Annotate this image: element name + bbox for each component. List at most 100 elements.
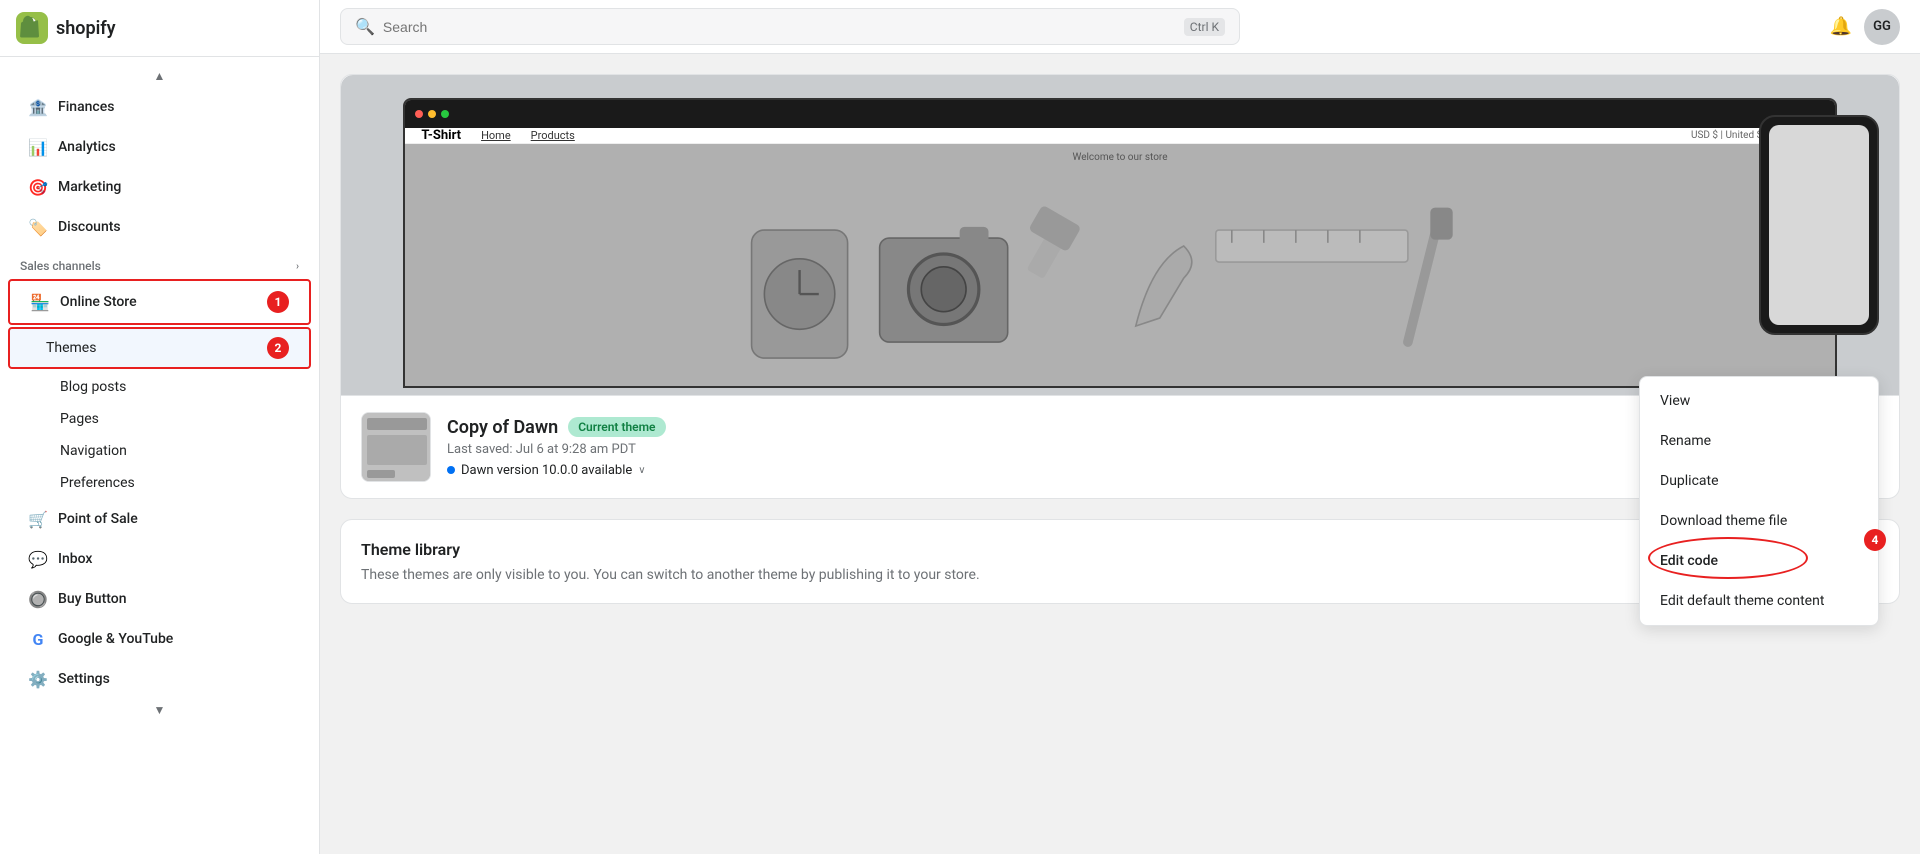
themes-label: Themes xyxy=(46,340,96,356)
search-shortcut: Ctrl K xyxy=(1184,18,1225,36)
sidebar-item-analytics[interactable]: 📊 Analytics xyxy=(8,127,311,167)
search-input[interactable] xyxy=(383,19,1176,35)
topbar-actions: 🔔 GG xyxy=(1830,9,1900,45)
sidebar-item-pages[interactable]: Pages xyxy=(8,403,311,435)
dropdown-menu: View Rename Duplicate Download theme fil… xyxy=(1639,376,1879,626)
tools-illustration xyxy=(548,198,1691,387)
buy-button-icon: 🔘 xyxy=(28,589,48,609)
dropdown-item-duplicate[interactable]: Duplicate xyxy=(1640,461,1878,501)
dropdown-item-edit-default[interactable]: Edit default theme content xyxy=(1640,581,1878,621)
download-label: Download theme file xyxy=(1660,513,1787,529)
edit-code-label: Edit code xyxy=(1660,553,1718,569)
bell-icon[interactable]: 🔔 xyxy=(1830,16,1852,37)
page-content: T-Shirt Home Products USD $ | United Sta… xyxy=(320,54,1920,854)
theme-saved-time: Last saved: Jul 6 at 9:28 am PDT xyxy=(447,442,1708,457)
theme-thumbnail xyxy=(361,412,431,482)
mock-browser-content: T-Shirt Home Products USD $ | United Sta… xyxy=(405,128,1834,386)
mock-browser: T-Shirt Home Products USD $ | United Sta… xyxy=(403,98,1836,388)
sidebar-item-finances[interactable]: 🏦 Finances xyxy=(8,87,311,127)
browser-dot-red xyxy=(415,110,423,118)
scroll-up-indicator: ▲ xyxy=(0,65,319,87)
view-label: View xyxy=(1660,393,1690,409)
badge-1: 1 xyxy=(267,291,289,313)
inbox-icon: 💬 xyxy=(28,549,48,569)
sidebar-item-marketing[interactable]: 🎯 Marketing xyxy=(8,167,311,207)
sidebar-item-preferences[interactable]: Preferences xyxy=(8,467,311,499)
shopify-logo-icon xyxy=(16,12,48,44)
scroll-down-indicator: ▼ xyxy=(0,699,319,721)
sidebar-item-settings[interactable]: ⚙️ Settings xyxy=(8,659,311,699)
sidebar-header: shopify xyxy=(0,0,319,57)
theme-library-title: Theme library xyxy=(361,540,460,559)
mock-hero: Welcome to our store xyxy=(405,144,1834,388)
avatar[interactable]: GG xyxy=(1864,9,1900,45)
chevron-right-icon: › xyxy=(296,261,299,272)
preferences-label: Preferences xyxy=(60,475,135,491)
theme-name-row: Copy of Dawn Current theme xyxy=(447,417,1708,438)
dropdown-item-rename[interactable]: Rename xyxy=(1640,421,1878,461)
marketing-label: Marketing xyxy=(58,179,121,195)
sidebar-item-navigation[interactable]: Navigation xyxy=(8,435,311,467)
pages-label: Pages xyxy=(60,411,99,427)
sidebar-item-inbox[interactable]: 💬 Inbox xyxy=(8,539,311,579)
finances-icon: 🏦 xyxy=(28,97,48,117)
pos-icon: 🛒 xyxy=(28,509,48,529)
edit-default-label: Edit default theme content xyxy=(1660,593,1824,609)
mock-brand: T-Shirt xyxy=(421,128,461,143)
sales-channels-label: Sales channels xyxy=(20,259,101,273)
theme-preview-image: T-Shirt Home Products USD $ | United Sta… xyxy=(341,75,1899,395)
buy-button-label: Buy Button xyxy=(58,591,127,607)
browser-dot-yellow xyxy=(428,110,436,118)
sidebar-item-online-store[interactable]: 🏪 Online Store 1 xyxy=(8,279,311,325)
online-store-icon: 🏪 xyxy=(30,292,50,312)
mock-nav: T-Shirt Home Products USD $ | United Sta… xyxy=(405,128,1834,144)
marketing-icon: 🎯 xyxy=(28,177,48,197)
discounts-icon: 🏷️ xyxy=(28,217,48,237)
online-store-wrapper: 🏪 Online Store 1 xyxy=(8,279,311,325)
analytics-icon: 📊 xyxy=(28,137,48,157)
themes-wrapper: Themes 2 xyxy=(8,327,311,369)
google-youtube-label: Google & YouTube xyxy=(58,631,173,647)
mock-hero-text: Welcome to our store xyxy=(1072,152,1167,163)
sidebar-nav: ▲ 🏦 Finances 📊 Analytics 🎯 Marketing 🏷️ … xyxy=(0,57,319,854)
browser-dot-green xyxy=(441,110,449,118)
theme-version: Dawn version 10.0.0 available ∨ xyxy=(447,463,1708,478)
version-text: Dawn version 10.0.0 available xyxy=(461,463,632,478)
phone-screen xyxy=(1769,125,1869,325)
dropdown-item-download[interactable]: Download theme file xyxy=(1640,501,1878,541)
phone-mockup xyxy=(1759,115,1879,335)
sales-channels-section: Sales channels › xyxy=(0,247,319,277)
theme-thumb-image xyxy=(362,413,431,482)
online-store-label: Online Store xyxy=(60,294,137,310)
search-icon: 🔍 xyxy=(355,17,375,36)
settings-label: Settings xyxy=(58,671,110,687)
badge-2: 2 xyxy=(267,337,289,359)
inbox-label: Inbox xyxy=(58,551,92,567)
app-brand-label: shopify xyxy=(56,18,116,39)
pos-label: Point of Sale xyxy=(58,511,138,527)
discounts-label: Discounts xyxy=(58,219,121,235)
sidebar: shopify ▲ 🏦 Finances 📊 Analytics 🎯 Marke… xyxy=(0,0,320,854)
sidebar-item-themes[interactable]: Themes 2 xyxy=(8,327,311,369)
theme-name: Copy of Dawn xyxy=(447,417,558,438)
settings-icon: ⚙️ xyxy=(28,669,48,689)
mock-nav-home: Home xyxy=(481,129,511,142)
sidebar-item-buy-button[interactable]: 🔘 Buy Button xyxy=(8,579,311,619)
version-chevron-icon: ∨ xyxy=(638,465,645,476)
sidebar-item-blog-posts[interactable]: Blog posts xyxy=(8,371,311,403)
dropdown-item-edit-code[interactable]: Edit code 4 xyxy=(1640,541,1878,581)
analytics-label: Analytics xyxy=(58,139,116,155)
sidebar-item-google-youtube[interactable]: G Google & YouTube xyxy=(8,619,311,659)
google-youtube-icon: G xyxy=(28,629,48,649)
theme-info-row: Copy of Dawn Current theme Last saved: J… xyxy=(341,395,1899,498)
search-box: 🔍 Ctrl K xyxy=(340,8,1240,45)
navigation-label: Navigation xyxy=(60,443,127,459)
rename-label: Rename xyxy=(1660,433,1711,449)
mock-nav-products: Products xyxy=(531,129,575,142)
duplicate-label: Duplicate xyxy=(1660,473,1719,489)
theme-details: Copy of Dawn Current theme Last saved: J… xyxy=(447,417,1708,478)
sidebar-item-point-of-sale[interactable]: 🛒 Point of Sale xyxy=(8,499,311,539)
sidebar-item-discounts[interactable]: 🏷️ Discounts xyxy=(8,207,311,247)
dropdown-item-view[interactable]: View xyxy=(1640,381,1878,421)
blog-posts-label: Blog posts xyxy=(60,379,126,395)
